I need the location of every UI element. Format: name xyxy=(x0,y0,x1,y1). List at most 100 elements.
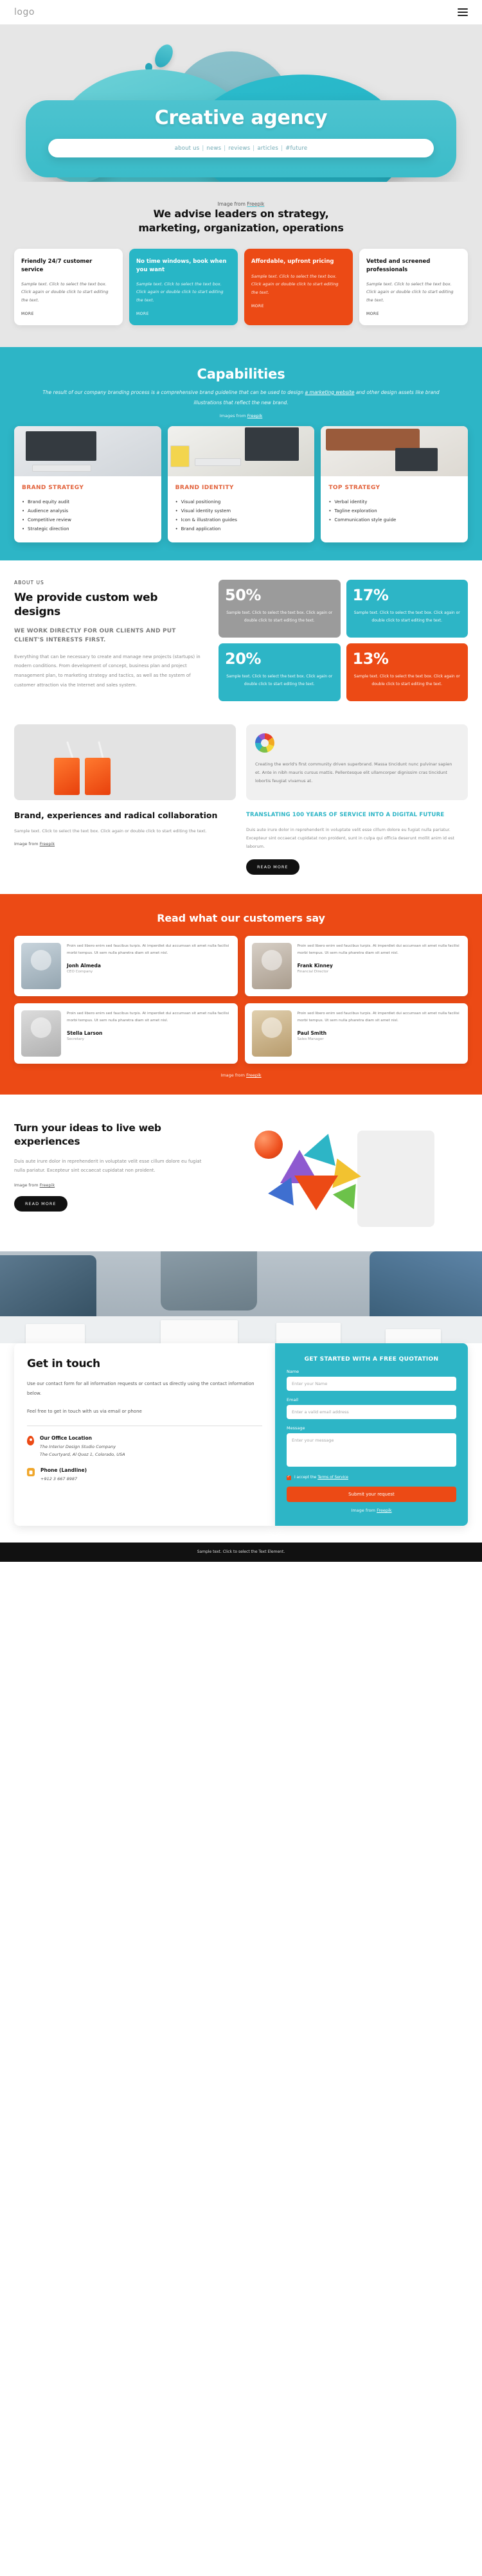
contact-heading: Get in touch xyxy=(27,1357,100,1370)
hero-image-credit: Image from Freepik xyxy=(0,197,482,207)
capability-card-list: Verbal identityTagline explorationCommun… xyxy=(321,491,468,524)
credit-link[interactable]: Freepik xyxy=(377,1508,392,1513)
avatar xyxy=(21,942,61,989)
collab-left: Brand, experiences and radical collabora… xyxy=(14,724,236,875)
quotation-form-panel: GET STARTED WITH A FREE QUOTATION Name E… xyxy=(275,1343,468,1526)
advise-card-more-link[interactable]: MORE xyxy=(136,312,231,316)
stat-text: Sample text. Click to select the text bo… xyxy=(353,674,460,687)
capability-card[interactable]: BRAND IDENTITYVisual positioningVisual i… xyxy=(167,426,315,543)
capability-card[interactable]: BRAND STRATEGYBrand equity auditAudience… xyxy=(14,426,161,543)
stat-card[interactable]: 13% Sample text. Click to select the text… xyxy=(346,643,468,702)
consent-checkbox-row[interactable]: I accept the Terms of Service xyxy=(287,1474,456,1480)
capability-list-item: Strategic direction xyxy=(22,524,154,533)
about-body: Everything that can be necessary to crea… xyxy=(14,654,201,688)
testimonial-card[interactable]: Proin sed libero enim sed faucibus turpi… xyxy=(244,1003,468,1064)
stat-text: Sample text. Click to select the text bo… xyxy=(353,611,460,623)
advise-card-title: No time windows, book when you want xyxy=(136,258,227,273)
credit-link[interactable]: Freepik xyxy=(247,201,264,207)
contact-office-address: The Interior Design Studio Company The C… xyxy=(40,1443,125,1459)
contact-phone-title: Phone (Landline) xyxy=(40,1467,87,1473)
testimonial-card[interactable]: Proin sed libero enim sed faucibus turpi… xyxy=(244,935,468,996)
stat-card[interactable]: 50% Sample text. Click to select the text… xyxy=(219,580,341,638)
capability-list-item: Competitive review xyxy=(22,515,154,524)
hero-nav-pill[interactable]: about us | news | reviews | articles | #future xyxy=(48,139,434,157)
stats-grid: 50% Sample text. Click to select the text… xyxy=(219,580,468,702)
credit-link[interactable]: Freepik xyxy=(246,1073,262,1078)
hero-nav-link-about[interactable]: about us xyxy=(175,145,200,152)
message-textarea[interactable] xyxy=(287,1433,456,1467)
advise-card[interactable]: Affordable, upfront pricing Sample text. … xyxy=(244,249,353,325)
contact-section: Get in touch Use our contact form for al… xyxy=(0,1343,482,1543)
email-label: Email xyxy=(287,1397,299,1402)
contact-para-1: Use our contact form for all information… xyxy=(27,1381,254,1396)
hero-nav-link-future[interactable]: #future xyxy=(285,145,307,152)
submit-request-button[interactable]: Submit your request xyxy=(287,1486,456,1502)
testimonial-role: CEO Company xyxy=(67,969,93,974)
hero-nav-link-reviews[interactable]: reviews xyxy=(228,145,250,152)
capabilities-subtext: The result of our company branding proce… xyxy=(0,388,482,408)
testimonial-quote: Proin sed libero enim sed faucibus turpi… xyxy=(67,944,229,955)
phone-icon xyxy=(27,1467,35,1476)
hamburger-icon[interactable] xyxy=(458,8,468,16)
site-logo[interactable]: logo xyxy=(14,7,35,17)
testimonial-role: Secretary xyxy=(67,1037,84,1041)
consent-prefix: I accept the xyxy=(294,1476,318,1480)
advise-card-more-link[interactable]: MORE xyxy=(366,312,461,316)
advise-card[interactable]: No time windows, book when you want Sampl… xyxy=(129,249,238,325)
name-input[interactable] xyxy=(287,1376,456,1391)
testimonial-card[interactable]: Proin sed libero enim sed faucibus turpi… xyxy=(14,935,238,996)
advise-card-more-link[interactable]: MORE xyxy=(21,312,116,316)
ideas-credit: Image from Freepik xyxy=(14,1183,207,1188)
stat-value: 20% xyxy=(225,650,261,668)
contact-office-title: Our Office Location xyxy=(40,1435,92,1441)
terms-of-service-link[interactable]: Terms of Service xyxy=(317,1476,348,1480)
quotation-form-title: GET STARTED WITH A FREE QUOTATION xyxy=(304,1355,439,1363)
advise-card-body: Sample text. Click to select the text bo… xyxy=(136,281,224,303)
nav-sep: | xyxy=(224,145,226,152)
cap-sub-link[interactable]: a marketing website xyxy=(305,389,355,395)
collab-heading: Brand, experiences and radical collabora… xyxy=(14,810,218,821)
about-eyebrow: ABOUT US xyxy=(14,580,44,586)
ideas-read-more-button[interactable]: READ MORE xyxy=(14,1196,67,1212)
stat-card[interactable]: 17% Sample text. Click to select the text… xyxy=(346,580,468,638)
capability-card[interactable]: TOP STRATEGYVerbal identityTagline explo… xyxy=(321,426,469,543)
ideas-heading: Turn your ideas to live web experiences xyxy=(14,1122,161,1147)
hero-nav-link-news[interactable]: news xyxy=(206,145,221,152)
location-pin-icon xyxy=(27,1435,34,1445)
credit-link[interactable]: Freepik xyxy=(40,1183,55,1188)
advise-card-more-link[interactable]: MORE xyxy=(251,304,346,309)
advise-heading: We advise leaders on strategy, marketing… xyxy=(0,207,482,235)
form-group-email: Email xyxy=(287,1397,456,1419)
stat-value: 13% xyxy=(352,650,389,668)
stat-card[interactable]: 20% Sample text. Click to select the text… xyxy=(219,643,341,702)
advise-card[interactable]: Vetted and screened professionals Sample … xyxy=(359,249,468,325)
capabilities-credit: Images from Freepik xyxy=(0,413,482,418)
capability-list-item: Communication style guide xyxy=(328,515,460,524)
collab-body: Sample text. Click to select the text bo… xyxy=(14,828,207,834)
stat-value: 50% xyxy=(225,586,261,605)
ideas-panel xyxy=(357,1130,434,1227)
stat-text: Sample text. Click to select the text bo… xyxy=(226,674,333,687)
credit-prefix: Image from xyxy=(217,201,247,207)
about-subheading: WE WORK DIRECTLY FOR OUR CLIENTS AND PUT… xyxy=(14,627,176,644)
avatar xyxy=(251,942,292,989)
hero-nav-link-articles[interactable]: articles xyxy=(257,145,278,152)
collab-product-image xyxy=(14,724,236,801)
hero-nav-links[interactable]: about us | news | reviews | articles | #future xyxy=(175,145,308,152)
avatar xyxy=(251,1010,292,1057)
nav-sep: | xyxy=(253,145,255,152)
testimonial-role: Sales Manager xyxy=(297,1037,324,1041)
capability-card-title: TOP STRATEGY xyxy=(328,485,380,492)
advise-card-body: Sample text. Click to select the text bo… xyxy=(251,273,339,295)
consent-checkbox[interactable] xyxy=(287,1474,291,1480)
testimonials-credit: Image from Freepik xyxy=(0,1073,482,1078)
advise-card[interactable]: Friendly 24/7 customer service Sample tex… xyxy=(14,249,123,325)
testimonial-quote: Proin sed libero enim sed faucibus turpi… xyxy=(297,1011,460,1023)
credit-link[interactable]: Freepik xyxy=(247,413,263,418)
email-input[interactable] xyxy=(287,1404,456,1419)
ideas-illustration xyxy=(217,1116,468,1230)
testimonial-card[interactable]: Proin sed libero enim sed faucibus turpi… xyxy=(14,1003,238,1064)
credit-link[interactable]: Freepik xyxy=(40,841,55,846)
capabilities-heading: Capabilities xyxy=(197,366,285,382)
collab-read-more-button[interactable]: READ MORE xyxy=(246,859,299,875)
